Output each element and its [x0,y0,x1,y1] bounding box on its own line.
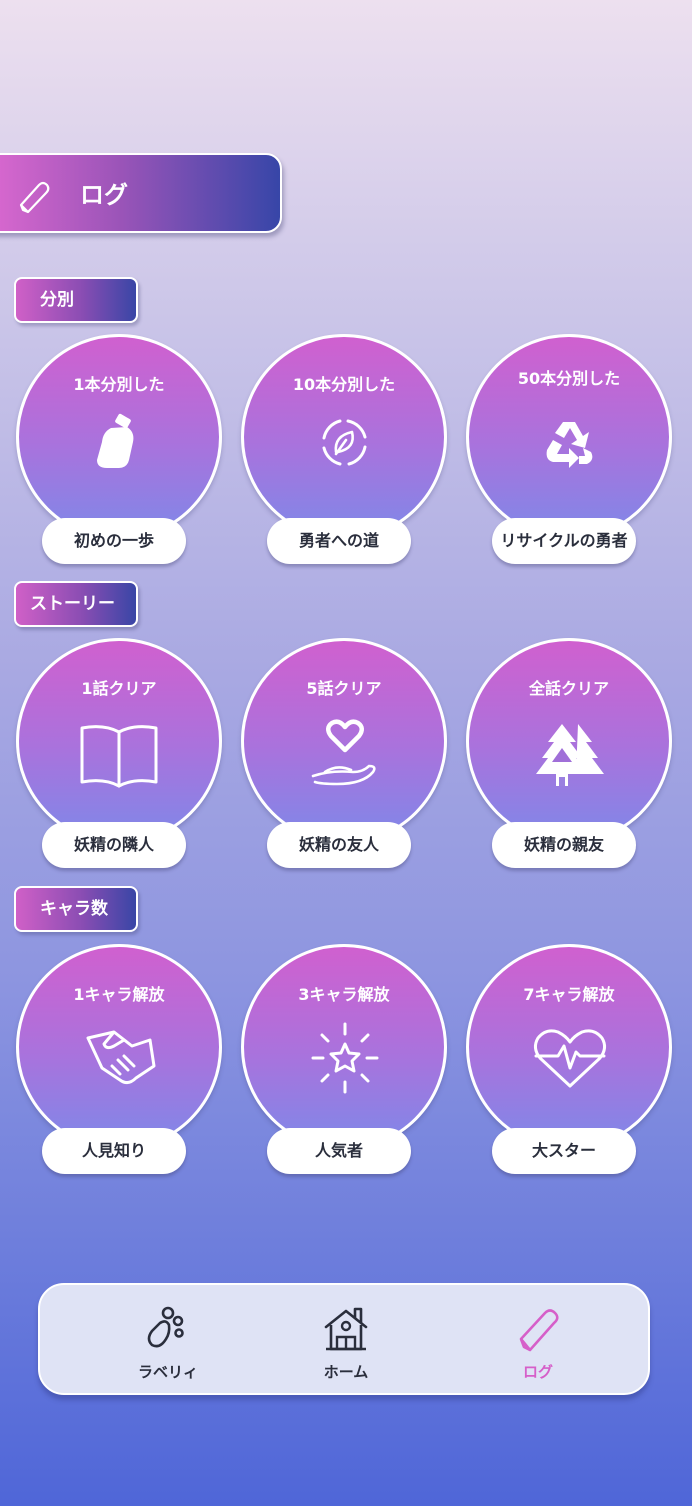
badge-name: 初めの一歩 [42,518,186,564]
badge-name: 人気者 [267,1128,411,1174]
badge-card[interactable]: 10本分別した 勇者への道 [241,334,449,572]
badge-name: 勇者への道 [267,518,411,564]
badge-card[interactable]: 7キャラ解放 大スター [466,944,674,1182]
badge-card[interactable]: 1話クリア 妖精の隣人 [16,638,224,876]
leaf-cycle-icon [322,419,367,466]
badge-card[interactable]: 50本分別した リサイクルの勇者 [466,334,674,572]
nav-label: ラベリィ [137,1363,198,1381]
badge-condition: 50本分別した [517,369,621,388]
bottle-icon [97,413,134,468]
badge-condition: 1キャラ解放 [73,985,165,1004]
badge-name: リサイクルの勇者 [492,518,636,564]
badge-name: 妖精の親友 [492,822,636,868]
badge-name: 妖精の友人 [267,822,411,868]
bottom-nav: ラベリィ ホーム ログ [38,1283,650,1395]
badge-condition: 5話クリア [306,679,382,698]
recycle-icon [546,422,593,468]
badge-condition: 10本分別した [292,375,396,394]
nav-item-log[interactable]: ログ [478,1299,598,1389]
heart-hand-icon [311,719,376,786]
section-label-sorting: 分別 [14,277,138,323]
badge-name: 人見知り [42,1128,186,1174]
heartbeat-icon [533,1029,607,1088]
nav-label: ログ [522,1363,553,1381]
home-icon [324,1307,368,1351]
pencil-icon [519,1309,559,1352]
badge-name: 妖精の隣人 [42,822,186,868]
nav-item-home[interactable]: ホーム [286,1299,406,1389]
badge-condition: 7キャラ解放 [523,985,615,1004]
badge-card[interactable]: 1キャラ解放 人見知り [16,944,224,1182]
section-label-characters: キャラ数 [14,886,138,932]
badge-card[interactable]: 1本分別した 初めの一歩 [16,334,224,572]
badge-condition: 3キャラ解放 [298,985,390,1004]
book-icon [80,725,158,788]
trees-icon [536,724,604,786]
badge-card[interactable]: 全話クリア 妖精の親友 [466,638,674,876]
badge-card[interactable]: 3キャラ解放 人気者 [241,944,449,1182]
badge-condition: 全話クリア [528,679,609,698]
page-header: ログ [0,153,282,233]
nav-item-labery[interactable]: ラベリィ [108,1299,228,1389]
badge-condition: 1話クリア [81,679,157,698]
page-title: ログ [80,181,128,209]
nav-label: ホーム [323,1363,369,1381]
paw-icon [147,1306,184,1348]
badge-card[interactable]: 5話クリア 妖精の友人 [241,638,449,876]
badge-condition: 1本分別した [73,375,165,394]
star-sparkle-icon [311,1022,379,1094]
section-label-story: ストーリー [14,581,138,627]
pencil-icon [19,181,50,214]
handshake-icon [86,1030,156,1085]
badge-name: 大スター [492,1128,636,1174]
